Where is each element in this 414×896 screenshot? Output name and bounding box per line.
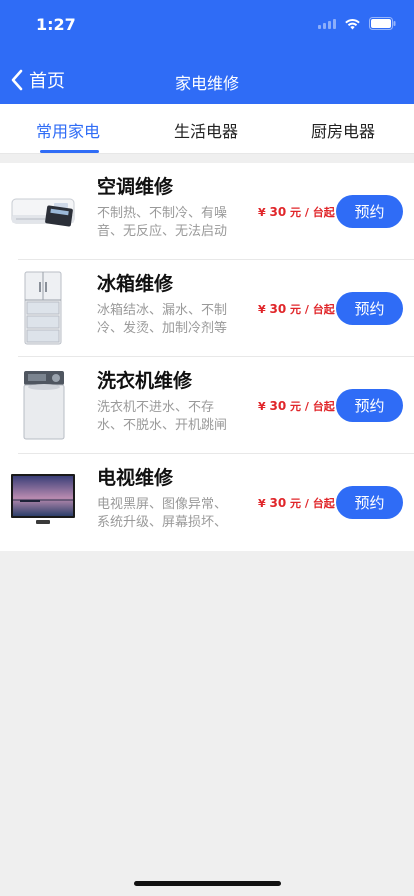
category-tabs: 常用家电 生活电器 厨房电器 <box>0 104 414 154</box>
item-price: ¥ 30 元 / 台起 <box>258 399 335 413</box>
list-item[interactable]: 电视维修 电视黑屏、图像异常、系统升级、屏幕损坏、 ¥ 30 元 / 台起 预约 <box>0 454 414 551</box>
item-description: 电视黑屏、图像异常、系统升级、屏幕损坏、 <box>97 497 228 530</box>
television-icon <box>11 474 75 524</box>
signal-icon <box>318 18 336 29</box>
item-price: ¥ 30 元 / 台起 <box>258 496 335 510</box>
item-price: ¥ 30 元 / 台起 <box>258 302 335 316</box>
item-title: 空调维修 <box>97 176 174 198</box>
refrigerator-icon <box>24 271 62 345</box>
status-icons <box>318 17 396 30</box>
tab-common-appliances[interactable]: 常用家电 <box>36 118 100 142</box>
item-description: 不制热、不制冷、有噪音、无反应、无法启动 <box>97 206 228 239</box>
page-title: 家电维修 <box>174 74 239 93</box>
item-price: ¥ 30 元 / 台起 <box>258 205 335 219</box>
book-button[interactable]: 预约 <box>336 486 403 519</box>
app-header: 1:27 首页 家电维修 <box>0 0 414 104</box>
washing-machine-icon <box>23 371 65 440</box>
wifi-icon <box>344 18 361 30</box>
air-conditioner-icon <box>11 198 75 227</box>
battery-icon <box>369 17 396 30</box>
item-title: 冰箱维修 <box>97 273 174 295</box>
item-title: 电视维修 <box>97 467 174 489</box>
list-item[interactable]: 冰箱维修 冰箱结冰、漏水、不制冷、发烫、加制冷剂等 ¥ 30 元 / 台起 预约 <box>0 260 414 357</box>
item-description: 冰箱结冰、漏水、不制冷、发烫、加制冷剂等 <box>97 303 228 336</box>
home-indicator[interactable] <box>134 881 281 886</box>
status-time: 1:27 <box>36 15 76 34</box>
list-item[interactable]: 空调维修 不制热、不制冷、有噪音、无反应、无法启动 ¥ 30 元 / 台起 预约 <box>0 163 414 260</box>
tab-kitchen-appliances[interactable]: 厨房电器 <box>311 118 375 142</box>
item-description: 洗衣机不进水、不存水、不脱水、开机跳闸 <box>97 400 228 433</box>
tab-living-appliances[interactable]: 生活电器 <box>174 118 238 142</box>
book-button[interactable]: 预约 <box>336 195 403 228</box>
item-title: 洗衣机维修 <box>97 370 193 392</box>
service-list: 空调维修 不制热、不制冷、有噪音、无反应、无法启动 ¥ 30 元 / 台起 预约… <box>0 163 414 551</box>
book-button[interactable]: 预约 <box>336 389 403 422</box>
list-item[interactable]: 洗衣机维修 洗衣机不进水、不存水、不脱水、开机跳闸 ¥ 30 元 / 台起 预约 <box>0 357 414 454</box>
active-tab-indicator <box>40 150 99 153</box>
book-button[interactable]: 预约 <box>336 292 403 325</box>
